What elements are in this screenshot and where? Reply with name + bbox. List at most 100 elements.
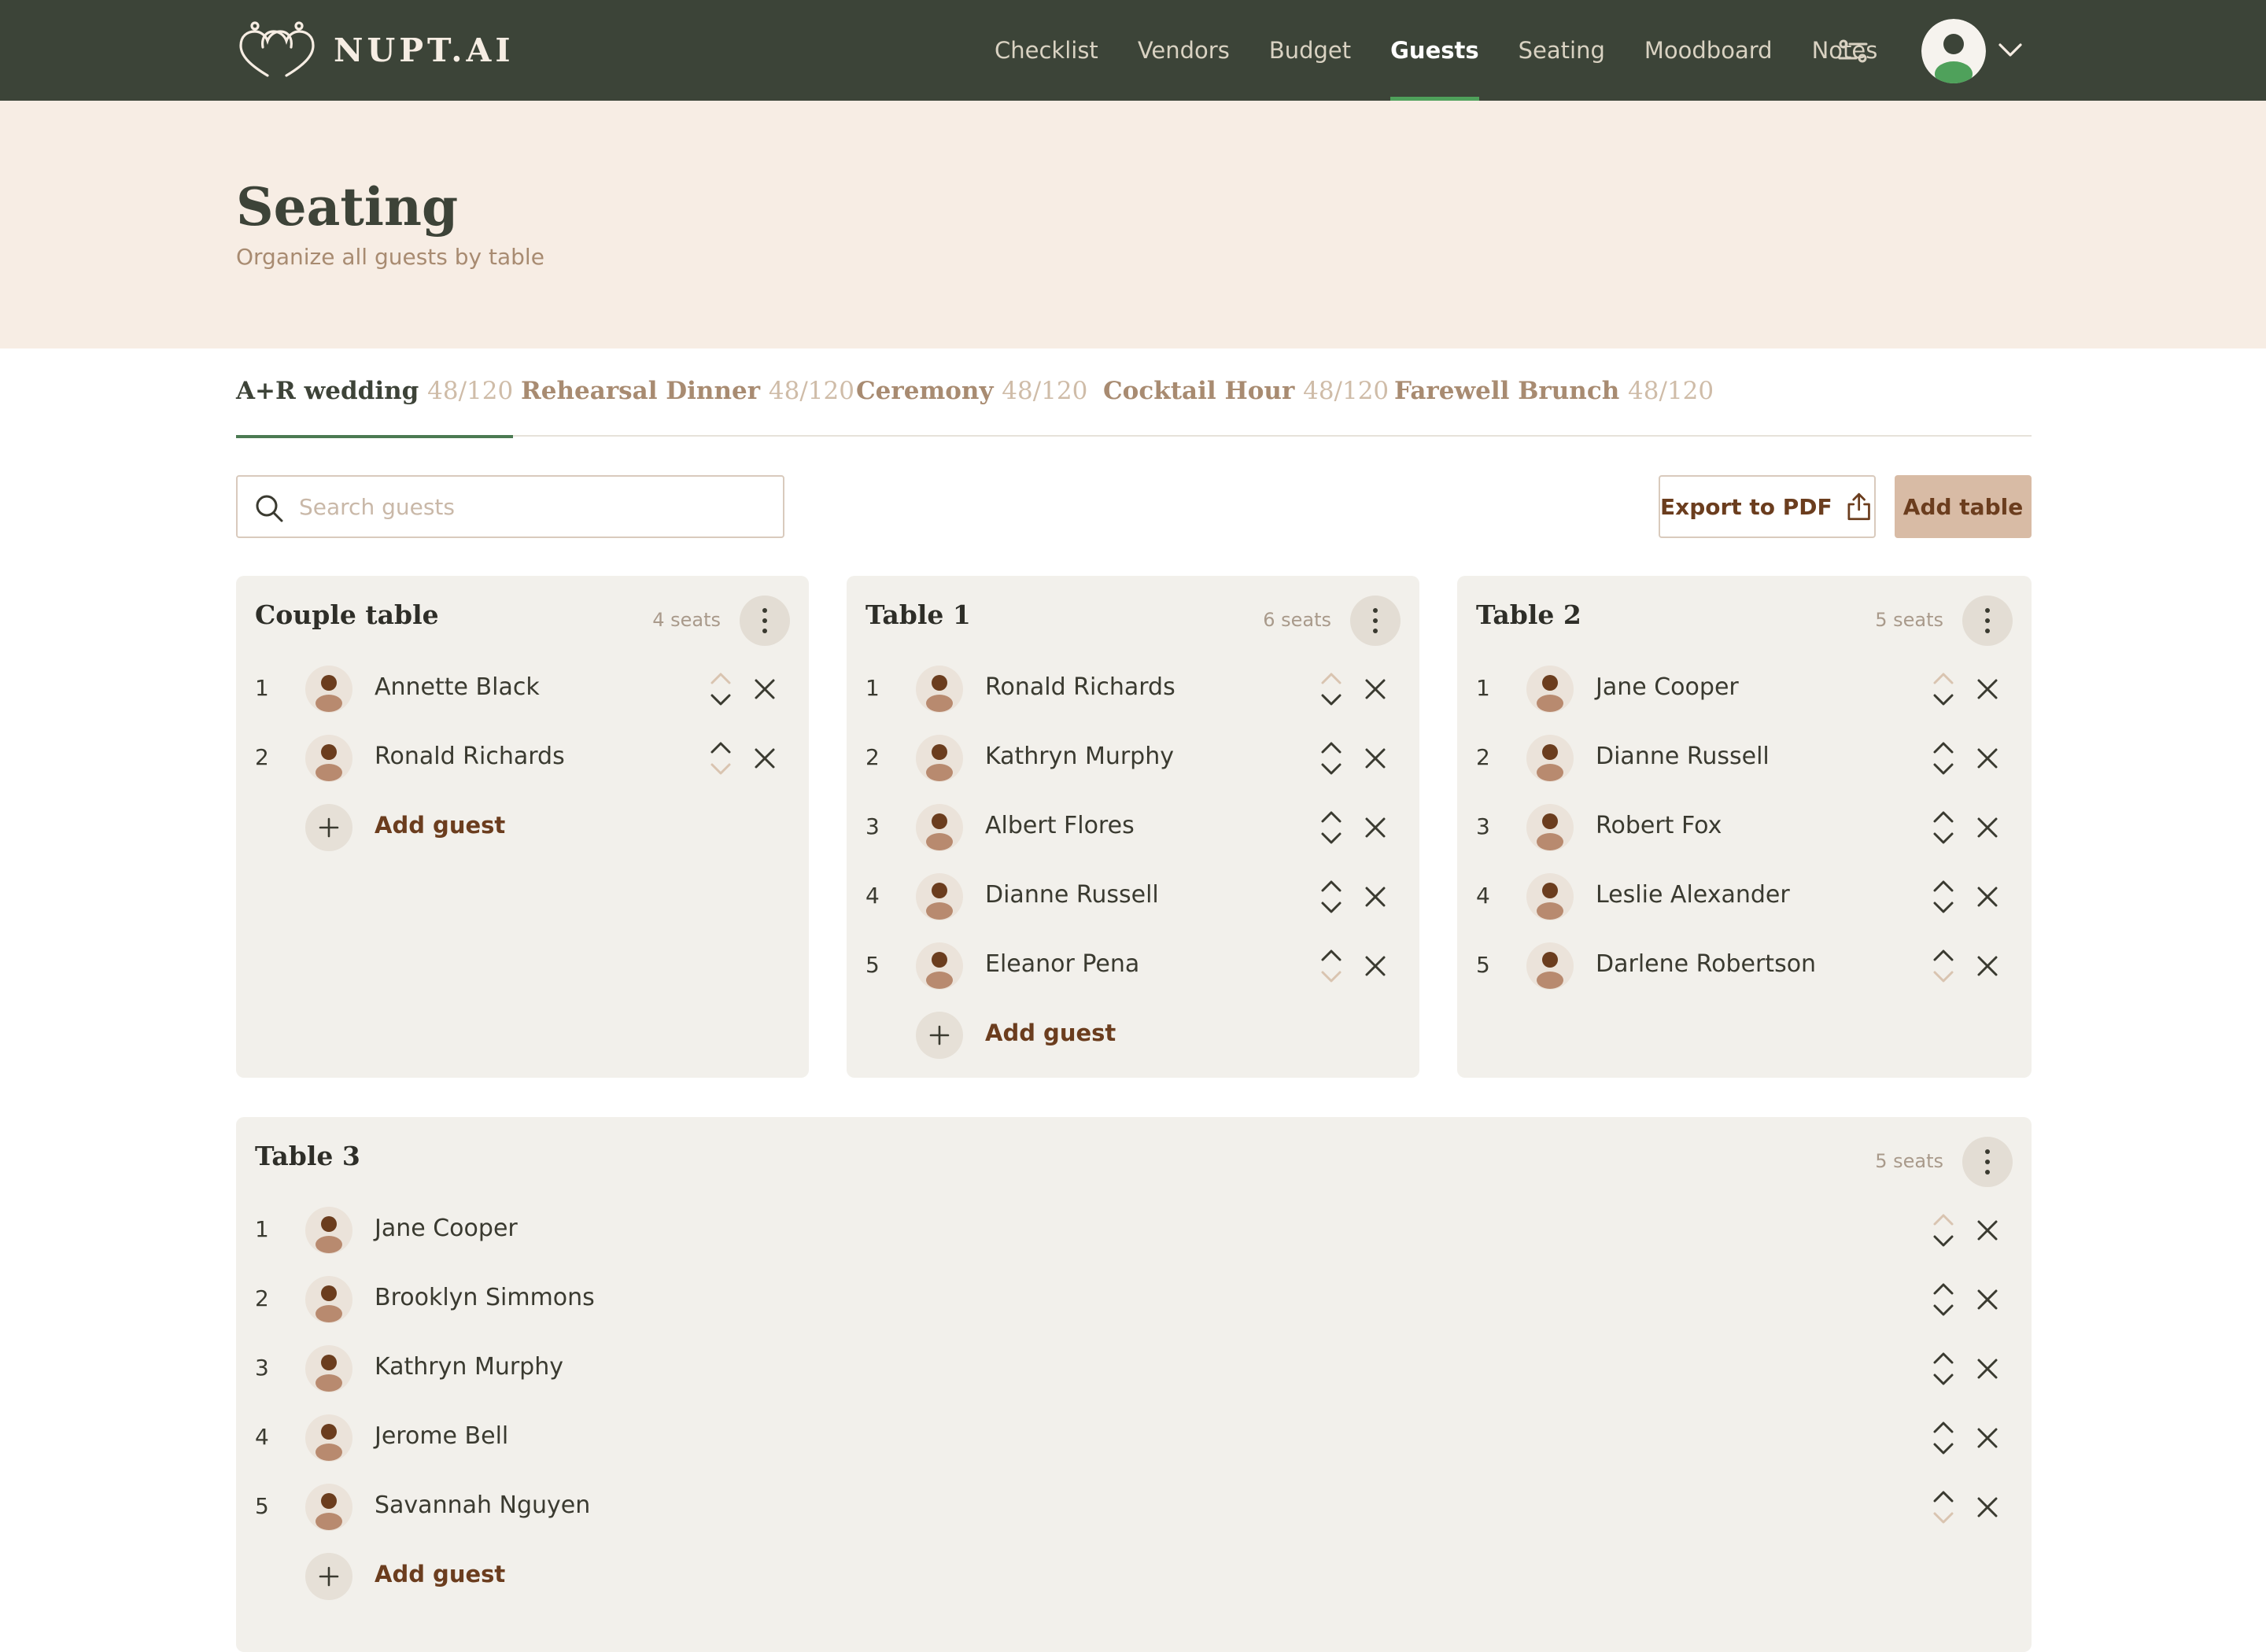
tab-ceremony[interactable]: Ceremony 48/120: [856, 377, 1087, 437]
guest-row: 3 Kathryn Murphy: [236, 1334, 2032, 1403]
table-menu-button[interactable]: [1962, 1137, 2013, 1187]
remove-guest-button[interactable]: [1972, 1422, 2003, 1454]
remove-guest-button[interactable]: [1972, 1353, 2003, 1385]
search-input[interactable]: [299, 477, 771, 537]
tab-label: Rehearsal Dinner: [521, 377, 761, 405]
table-menu-button[interactable]: [740, 596, 790, 646]
add-table-button[interactable]: Add table: [1895, 475, 2032, 538]
add-guest-button[interactable]: Add guest: [847, 1001, 1116, 1070]
reorder-guest-button[interactable]: [705, 733, 736, 784]
remove-guest-button[interactable]: [1360, 881, 1391, 913]
reorder-guest-button[interactable]: [1316, 664, 1347, 714]
reorder-guest-button[interactable]: [1928, 1205, 1959, 1256]
guest-name: Albert Flores: [985, 812, 1135, 839]
export-pdf-button[interactable]: Export to PDF: [1659, 475, 1876, 538]
nav-item-checklist[interactable]: Checklist: [995, 0, 1098, 101]
reorder-guest-button[interactable]: [1928, 1344, 1959, 1394]
guest-name: Jane Cooper: [375, 1215, 518, 1242]
guest-seat-number: 1: [255, 1216, 269, 1242]
reorder-guest-button[interactable]: [1316, 872, 1347, 922]
add-guest-button[interactable]: Add guest: [236, 1542, 505, 1611]
guest-avatar-icon: [926, 883, 953, 920]
guest-avatar-icon: [926, 744, 953, 781]
guest-name: Kathryn Murphy: [985, 743, 1174, 770]
remove-guest-button[interactable]: [749, 673, 781, 705]
account-menu-toggle[interactable]: [1997, 38, 2024, 61]
reorder-guest-button[interactable]: [1928, 802, 1959, 853]
reorder-guest-button[interactable]: [1316, 733, 1347, 784]
guest-avatar: [305, 1414, 352, 1462]
reorder-arrows-icon: [1933, 742, 1954, 775]
guest-name: Leslie Alexander: [1596, 881, 1790, 909]
table-seats: 5 seats: [1875, 1150, 1943, 1172]
remove-guest-button[interactable]: [749, 743, 781, 774]
tab-rehearsal-dinner[interactable]: Rehearsal Dinner 48/120: [521, 377, 854, 437]
tab-farewell-brunch[interactable]: Farewell Brunch 48/120: [1394, 377, 1714, 437]
plus-icon: [929, 1025, 950, 1045]
tab-cocktail-hour[interactable]: Cocktail Hour 48/120: [1103, 377, 1389, 437]
remove-guest-button[interactable]: [1972, 881, 2003, 913]
guest-seat-number: 4: [255, 1424, 269, 1450]
guest-avatar-icon: [316, 1424, 342, 1461]
share-upload-icon: [1847, 492, 1870, 521]
tab-count: 48/120: [1628, 377, 1714, 405]
reorder-guest-button[interactable]: [1928, 664, 1959, 714]
nav-item-guests[interactable]: Guests: [1390, 0, 1479, 101]
reorder-guest-button[interactable]: [1316, 802, 1347, 853]
table-seats: 6 seats: [1263, 609, 1331, 631]
remove-guest-button[interactable]: [1360, 950, 1391, 982]
remove-guest-button[interactable]: [1360, 673, 1391, 705]
filter-button[interactable]: [1833, 31, 1873, 71]
guest-avatar: [1526, 735, 1574, 782]
nav-item-moodboard[interactable]: Moodboard: [1644, 0, 1773, 101]
remove-guest-button[interactable]: [1972, 1215, 2003, 1246]
brand[interactable]: NUPT.AI: [236, 19, 515, 82]
nav-item-seating[interactable]: Seating: [1519, 0, 1605, 101]
page-subtitle: Organize all guests by table: [236, 244, 544, 270]
reorder-guest-button[interactable]: [1928, 733, 1959, 784]
reorder-guest-button[interactable]: [1928, 941, 1959, 991]
tab-ar-wedding[interactable]: A+R wedding 48/120: [236, 377, 514, 438]
guest-avatar-icon: [1537, 952, 1563, 989]
reorder-guest-button[interactable]: [705, 664, 736, 714]
remove-guest-button[interactable]: [1972, 950, 2003, 982]
remove-guest-button[interactable]: [1972, 812, 2003, 843]
remove-guest-button[interactable]: [1972, 743, 2003, 774]
close-icon: [1977, 956, 1998, 976]
tab-count: 48/120: [427, 377, 514, 405]
guest-seat-number: 2: [255, 1285, 269, 1311]
tab-label: Farewell Brunch: [1394, 377, 1620, 405]
reorder-arrows-icon: [1933, 1214, 1954, 1247]
reorder-guest-button[interactable]: [1928, 1482, 1959, 1532]
remove-guest-button[interactable]: [1972, 1284, 2003, 1315]
guest-avatar: [305, 1207, 352, 1254]
reorder-guest-button[interactable]: [1928, 872, 1959, 922]
reorder-guest-button[interactable]: [1928, 1413, 1959, 1463]
chevron-down-icon: [1998, 43, 2022, 57]
remove-guest-button[interactable]: [1360, 812, 1391, 843]
nav-item-vendors[interactable]: Vendors: [1138, 0, 1230, 101]
close-icon: [1977, 887, 1998, 907]
nav-item-budget[interactable]: Budget: [1269, 0, 1351, 101]
guest-avatar-icon: [926, 813, 953, 850]
table-menu-button[interactable]: [1962, 596, 2013, 646]
reorder-guest-button[interactable]: [1316, 941, 1347, 991]
guest-seat-number: 1: [1476, 675, 1490, 701]
guest-avatar: [305, 666, 352, 713]
close-icon: [1365, 956, 1386, 976]
table-menu-button[interactable]: [1350, 596, 1401, 646]
table-seats: 4 seats: [652, 609, 721, 631]
user-avatar-button[interactable]: [1921, 19, 1986, 83]
add-guest-button[interactable]: Add guest: [236, 793, 505, 862]
reorder-guest-button[interactable]: [1928, 1274, 1959, 1325]
filter-sliders-icon: [1838, 39, 1868, 63]
remove-guest-button[interactable]: [1972, 1492, 2003, 1523]
remove-guest-button[interactable]: [1360, 743, 1391, 774]
add-guest-plus: [305, 804, 352, 851]
logo-hearts-icon: [239, 21, 315, 77]
remove-guest-button[interactable]: [1972, 673, 2003, 705]
guest-name: Dianne Russell: [1596, 743, 1770, 770]
reorder-arrows-icon: [1933, 880, 1954, 913]
guest-row: 1 Jane Cooper: [1457, 655, 2032, 724]
main-nav: Checklist Vendors Budget Guests Seating …: [995, 0, 1917, 101]
